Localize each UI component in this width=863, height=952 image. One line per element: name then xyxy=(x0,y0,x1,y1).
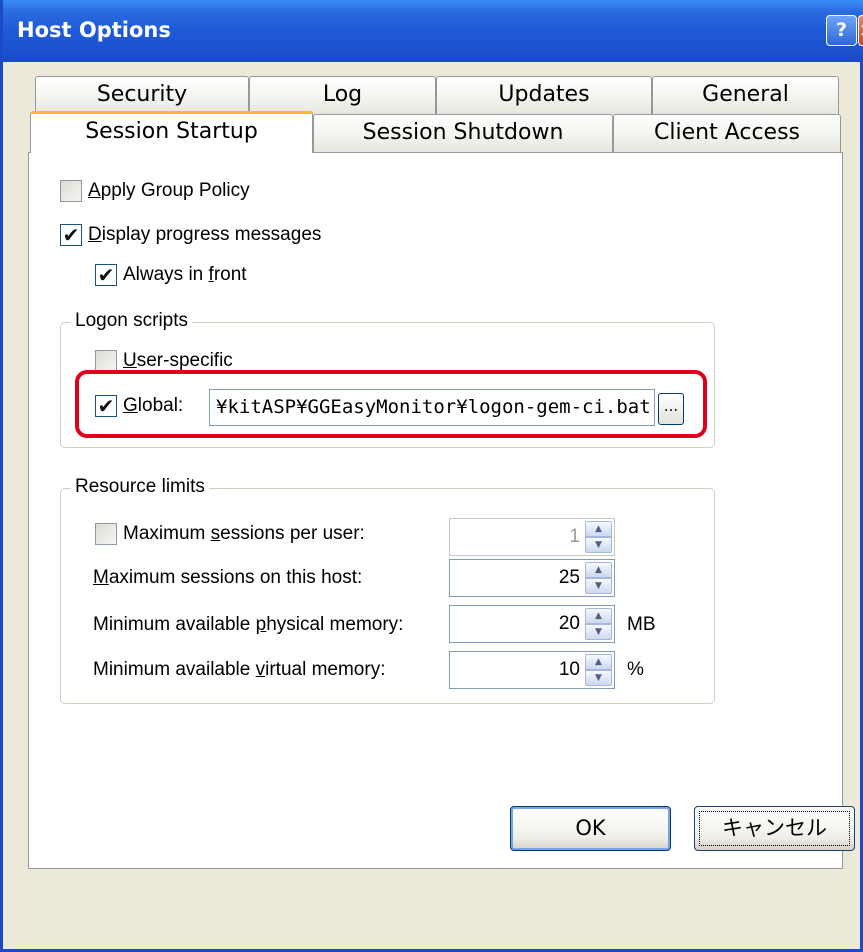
display-progress-option[interactable]: ✔ Display progress messages xyxy=(60,224,321,246)
max-sessions-user-label: Maximum sessions per user: xyxy=(123,523,365,544)
min-physical-memory-spinner[interactable]: 20 ▲ ▼ xyxy=(449,605,615,643)
max-sessions-user-checkbox[interactable] xyxy=(95,523,117,545)
spin-up-icon[interactable]: ▲ xyxy=(585,562,612,578)
window-title: Host Options xyxy=(17,18,171,42)
tab-client-access[interactable]: Client Access xyxy=(613,114,841,152)
close-icon[interactable]: × xyxy=(858,15,863,46)
tab-session-shutdown[interactable]: Session Shutdown xyxy=(313,114,613,152)
min-virtual-memory-spinner[interactable]: 10 ▲ ▼ xyxy=(449,651,615,689)
physical-memory-unit: MB xyxy=(627,614,656,635)
tab-log[interactable]: Log xyxy=(249,76,436,114)
spin-up-icon[interactable]: ▲ xyxy=(585,654,612,670)
ok-button[interactable]: OK xyxy=(510,806,671,851)
logon-scripts-title: Logon scripts xyxy=(71,310,193,332)
apply-group-policy-checkbox[interactable] xyxy=(60,180,82,202)
user-specific-label: User-specific xyxy=(123,350,233,371)
tab-security[interactable]: Security xyxy=(35,76,249,114)
help-icon[interactable]: ? xyxy=(826,15,857,46)
always-in-front-checkbox[interactable]: ✔ xyxy=(95,264,117,286)
spin-down-icon: ▼ xyxy=(585,537,612,553)
tab-general[interactable]: General xyxy=(652,76,839,114)
spin-down-icon[interactable]: ▼ xyxy=(585,624,612,640)
apply-group-policy-option[interactable]: Apply Group Policy xyxy=(60,180,250,202)
min-physical-memory-label: Minimum available physical memory: xyxy=(93,614,404,635)
title-bar[interactable]: Host Options ? × xyxy=(3,0,863,62)
always-in-front-option[interactable]: ✔ Always in front xyxy=(95,264,247,286)
tab-session-startup[interactable]: Session Startup xyxy=(30,111,313,153)
display-progress-label: Display progress messages xyxy=(88,224,322,245)
min-virtual-memory-label: Minimum available virtual memory: xyxy=(93,659,386,680)
virtual-memory-unit: % xyxy=(627,659,644,680)
always-in-front-label: Always in front xyxy=(123,264,247,285)
max-sessions-user-spinner: 1 ▲ ▼ xyxy=(449,518,615,556)
user-specific-checkbox[interactable] xyxy=(95,350,117,372)
max-sessions-host-label: Maximum sessions on this host: xyxy=(93,567,363,588)
min-physical-memory-value[interactable]: 20 xyxy=(559,606,580,642)
spin-down-icon[interactable]: ▼ xyxy=(585,578,612,594)
spin-down-icon[interactable]: ▼ xyxy=(585,670,612,686)
min-virtual-memory-value[interactable]: 10 xyxy=(559,652,580,688)
display-progress-checkbox[interactable]: ✔ xyxy=(60,224,82,246)
highlight-annotation xyxy=(75,370,707,438)
host-options-dialog: Host Options ? × Security Log Updates Ge… xyxy=(0,0,863,952)
max-sessions-user-option[interactable]: Maximum sessions per user: xyxy=(95,523,365,545)
cancel-button[interactable]: キャンセル xyxy=(694,806,855,851)
max-sessions-user-value: 1 xyxy=(569,526,580,547)
spin-up-icon[interactable]: ▲ xyxy=(585,608,612,624)
user-specific-option[interactable]: User-specific xyxy=(95,350,233,372)
tab-updates[interactable]: Updates xyxy=(436,76,652,114)
max-sessions-host-spinner[interactable]: 25 ▲ ▼ xyxy=(449,559,615,597)
spin-up-icon: ▲ xyxy=(585,521,612,537)
apply-group-policy-label: Apply Group Policy xyxy=(88,180,250,201)
max-sessions-host-value[interactable]: 25 xyxy=(559,560,580,596)
resource-limits-title: Resource limits xyxy=(71,476,209,498)
